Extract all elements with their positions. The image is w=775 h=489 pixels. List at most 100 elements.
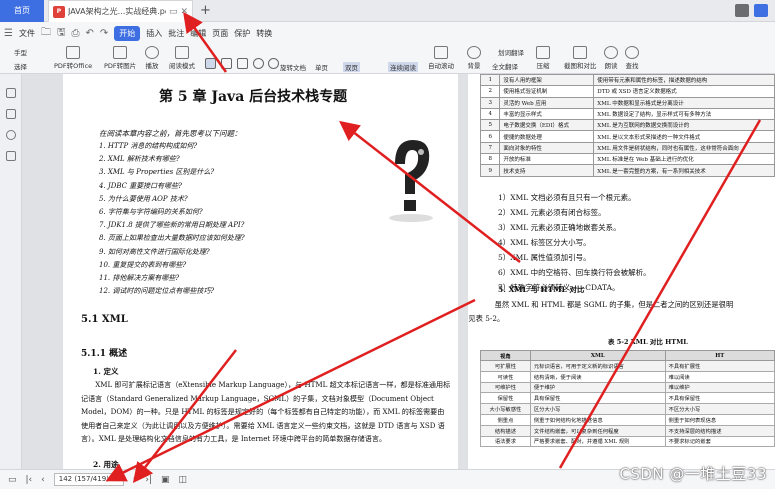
table-cell: 难以维护: [664, 381, 775, 394]
pdf-to-office-button[interactable]: PDF转Office: [54, 46, 92, 70]
fit-page-icon[interactable]: [205, 58, 216, 69]
home-tab[interactable]: 首页: [0, 0, 44, 22]
left-sidebar: [0, 74, 22, 469]
list-item: 7. JDK1.8 提供了哪些新的常用日期处理 API?: [99, 221, 245, 230]
table-row: 可读性 结构清晰，便于阅读 难以阅读: [480, 370, 775, 383]
actual-size-icon[interactable]: [237, 58, 248, 69]
rules-list: 1）XML 文档必须有且只有一个根元素。 2）XML 元素必须有闭合标签。 3）…: [498, 190, 651, 295]
comparison-table: 视角 XML HT 可扩展性 元标识语言，可用于定义新的标识语言 不具有扩展性 可读性 结构清…: [480, 350, 775, 448]
pdf-page-right: 1 没有人用的框架 使用带有元素和属性的标签，描述数据的结构 2 使用格式验证机制 DTD…: [468, 74, 775, 469]
redo-icon[interactable]: ↷: [100, 28, 108, 39]
table-cell: 语法要求: [480, 435, 531, 448]
table-cell: 可扩展性: [480, 360, 531, 372]
fit-width-icon[interactable]: [221, 58, 232, 69]
tab-menu-icon[interactable]: ▭: [169, 7, 178, 17]
rotate-right-icon[interactable]: [268, 58, 279, 69]
close-icon[interactable]: ✕: [180, 7, 188, 17]
single-page-button[interactable]: 单页: [315, 62, 328, 72]
pdf-page-left: 第 5 章 Java 后台技术栈专题 在阅读本章内容之前，首先思考以下问题： 1…: [63, 74, 458, 469]
list-item: 8. 页面上如果检查出大量数据时应该如何处理?: [99, 234, 245, 243]
thumbnail-icon[interactable]: [6, 109, 16, 119]
select-tool[interactable]: 选择: [14, 61, 27, 71]
watermark: CSDN @一堆土豆33: [619, 465, 767, 483]
compress-button[interactable]: 压缩: [536, 46, 550, 70]
table-cell: 2: [479, 85, 501, 98]
hand-tool[interactable]: 手型: [14, 47, 27, 57]
table-header: XML: [529, 350, 666, 361]
menu-edit[interactable]: 编辑: [190, 28, 206, 39]
next-page-icon[interactable]: ›: [133, 475, 137, 485]
new-tab-button[interactable]: +: [200, 3, 211, 18]
page-number-input[interactable]: 142 (157/419): [53, 473, 124, 486]
menu-insert[interactable]: 插入: [146, 28, 162, 39]
table-cell: XML 是为互联网的数据交换而设计的: [593, 119, 775, 132]
rotate-document-button[interactable]: 旋转文档: [280, 62, 306, 72]
table-cell: XML 数据设定了结构，显示样式可有多种方法: [593, 107, 775, 121]
auto-scroll-button[interactable]: 自动滚动: [428, 46, 454, 70]
continuous-reading-button[interactable]: 连续阅读: [388, 62, 418, 72]
list-item: 3）XML 元素必须正确地嵌套关系。: [498, 223, 621, 232]
rotate-left-icon[interactable]: [253, 58, 264, 69]
table-cell: 不支持深层的结构描述: [664, 424, 775, 437]
play-button[interactable]: 播放: [145, 46, 159, 70]
table-cell: 不区分大小写: [664, 403, 775, 415]
table-cell: 具有保留性: [529, 392, 666, 405]
table-cell: 侧重点: [480, 413, 531, 426]
table-row: 侧重点 侧重于如何结构化地描述信息 侧重于如何表现信息: [480, 413, 775, 426]
list-item: 5）XML 属性值须加引号。: [498, 253, 591, 262]
bookmark-icon[interactable]: [6, 88, 16, 98]
list-item: 4. JDBC 重要接口有哪些?: [99, 181, 182, 190]
first-page-icon[interactable]: |‹: [26, 475, 33, 485]
account-icon[interactable]: [754, 4, 768, 17]
find-button[interactable]: 查找: [625, 46, 639, 70]
double-page-button[interactable]: 双页: [343, 62, 360, 72]
table-cell: 使用带有元素和属性的标签，描述数据的结构: [593, 74, 775, 87]
menu-convert[interactable]: 转换: [256, 28, 272, 39]
menu-page[interactable]: 页面: [212, 28, 228, 39]
usage-heading: 2. 用途: [93, 460, 119, 469]
menu-start[interactable]: 开始: [114, 25, 141, 41]
annotation-icon[interactable]: [6, 151, 16, 161]
table-cell: 结构清晰，便于阅读: [529, 370, 666, 383]
comparison-heading: 5. XML 与 HTML 对比: [498, 285, 585, 294]
table-row: 可扩展性 元标识语言，可用于定义新的标识语言 不具有扩展性: [480, 360, 775, 372]
save-icon[interactable]: 🖫: [57, 25, 66, 42]
list-item: 4）XML 标签区分大小写。: [498, 238, 591, 247]
file-menu[interactable]: 文件: [19, 28, 35, 39]
table-cell: 技术支持: [499, 164, 595, 177]
prev-page-icon[interactable]: ‹: [41, 475, 45, 485]
tab-bar: 首页 P JAVA架构之光...实战经典.pdf ▭ ✕ +: [0, 0, 775, 22]
reading-mode-button[interactable]: 阅读模式: [169, 46, 195, 70]
print-icon[interactable]: ⎙: [72, 28, 80, 39]
view-icon[interactable]: ◫: [179, 475, 188, 485]
table-cell: XML 是一套完整的方案，有一系列相关技术: [593, 164, 775, 177]
menu-protect[interactable]: 保护: [234, 28, 250, 39]
table-cell: 没有人用的框架: [499, 74, 595, 87]
open-icon[interactable]: 🗀: [41, 25, 51, 42]
attachment-icon[interactable]: [6, 130, 16, 140]
table-row: 7 面向对象的特性 XML 用文件是树状结构，同时也有属性，这非常符合面向: [479, 141, 775, 155]
table-cell: 7: [479, 141, 501, 155]
full-translate-button[interactable]: 全文翻译: [492, 61, 518, 71]
fit-icon[interactable]: ▣: [161, 475, 170, 485]
menu-annotate[interactable]: 批注: [168, 28, 184, 39]
list-item: 2）XML 元素必须有闭合标签。: [498, 208, 606, 217]
window-menu-icon[interactable]: [735, 4, 749, 17]
table-cell: 便于维护: [529, 381, 666, 394]
table-row: 4 丰富的显示样式 XML 数据设定了结构，显示样式可有多种方法: [479, 107, 775, 121]
search-icon: [625, 46, 639, 59]
sidebar-toggle-icon[interactable]: ▭: [8, 475, 17, 485]
comparison-paragraph: 虽然 XML 和 HTML 都是 SGML 的子集，但是二者之间的区别还是很明 …: [468, 300, 734, 323]
word-translate-button[interactable]: 划词翻译: [498, 47, 524, 57]
read-aloud-button[interactable]: 朗读: [604, 46, 618, 70]
pdf-to-image-button[interactable]: PDF转图片: [104, 46, 136, 70]
last-page-icon[interactable]: ›|: [145, 475, 152, 485]
pdf-to-image-icon: [113, 46, 128, 59]
undo-icon[interactable]: ↶: [86, 28, 94, 39]
menu-icon[interactable]: ☰: [4, 28, 13, 39]
screenshot-compare-button[interactable]: 截图和对比: [564, 46, 597, 70]
document-tab[interactable]: P JAVA架构之光...实战经典.pdf ▭ ✕: [48, 0, 193, 22]
background-button[interactable]: 背景: [467, 46, 481, 70]
list-item: 6. 字符集与字符编码的关系如何?: [99, 207, 203, 216]
intro-text: 在阅读本章内容之前，首先思考以下问题：: [99, 129, 242, 138]
